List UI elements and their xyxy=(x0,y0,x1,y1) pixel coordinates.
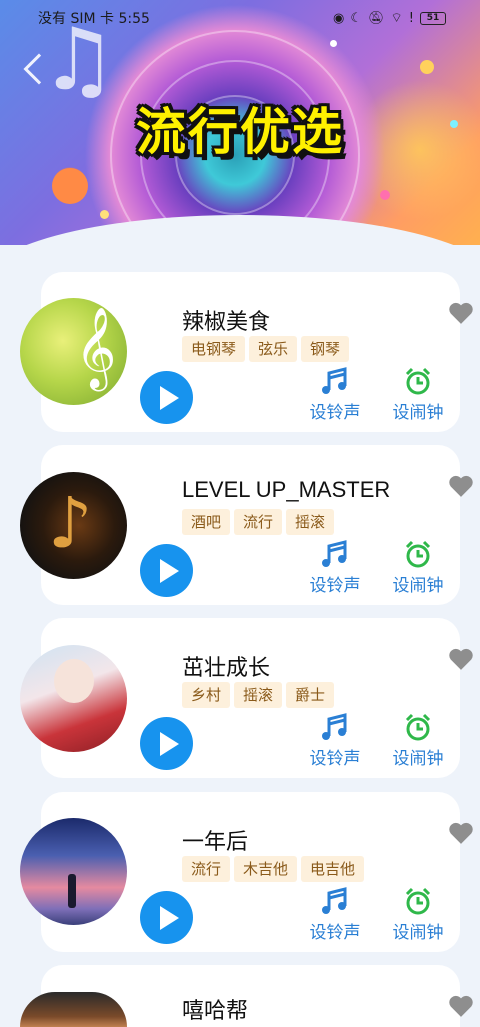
set-alarm-label: 设闹钟 xyxy=(392,923,444,943)
tag: 电钢琴 xyxy=(182,336,246,362)
tag: 电吉他 xyxy=(301,856,365,882)
status-icons: ◉ ☾ 🔕︎ ⌔ ! 51 xyxy=(333,10,446,26)
play-button[interactable] xyxy=(140,544,193,597)
alarm-clock-icon xyxy=(405,540,431,568)
alarm-clock-icon xyxy=(405,713,431,741)
alarm-clock-icon xyxy=(405,887,431,915)
tag: 爵士 xyxy=(286,682,335,708)
mute-icon: 🔕︎ xyxy=(368,10,385,26)
treble-clef-icon: 𝄞 xyxy=(75,306,117,388)
page-title: 流行优选 xyxy=(136,103,344,161)
tag: 摇滚 xyxy=(286,509,335,535)
song-cover xyxy=(20,992,127,1027)
play-icon xyxy=(159,905,179,930)
set-alarm-label: 设闹钟 xyxy=(392,403,444,423)
song-title: LEVEL UP_MASTER xyxy=(182,477,391,502)
wifi-icon: ⌔ xyxy=(390,11,403,26)
tag: 弦乐 xyxy=(249,336,298,362)
play-icon xyxy=(159,385,179,410)
eye-icon: ◉ xyxy=(333,10,345,26)
status-carrier-time: 没有 SIM 卡 5:55 xyxy=(38,8,150,28)
set-alarm-button[interactable]: 设闹钟 xyxy=(383,366,453,423)
tag: 乡村 xyxy=(182,682,231,708)
set-alarm-label: 设闹钟 xyxy=(392,576,444,596)
set-ringtone-label: 设铃声 xyxy=(309,749,361,769)
silhouette-figure xyxy=(68,874,76,908)
song-title: 嘻哈帮 xyxy=(182,998,249,1023)
song-cover: ♪ xyxy=(20,472,127,579)
set-ringtone-label: 设铃声 xyxy=(309,403,361,423)
favorite-heart-icon[interactable] xyxy=(448,474,474,498)
song-cover xyxy=(20,818,127,925)
tag: 木吉他 xyxy=(234,856,298,882)
song-title: 一年后 xyxy=(182,829,249,854)
play-button[interactable] xyxy=(140,891,193,944)
tag-list: 乡村 摇滚 爵士 xyxy=(182,682,335,708)
song-card: 𝄞 辣椒美食 电钢琴 弦乐 钢琴 设铃声 设闹钟 xyxy=(20,272,473,432)
favorite-heart-icon[interactable] xyxy=(448,821,474,845)
alarm-clock-icon xyxy=(405,367,431,395)
song-title: 辣椒美食 xyxy=(182,309,271,334)
set-ringtone-button[interactable]: 设铃声 xyxy=(300,886,370,943)
set-ringtone-button[interactable]: 设铃声 xyxy=(300,366,370,423)
carrier-text: 没有 SIM 卡 xyxy=(38,11,114,27)
song-card: 一年后 流行 木吉他 电吉他 设铃声 设闹钟 xyxy=(20,792,473,952)
tag-list: 酒吧 流行 摇滚 xyxy=(182,509,335,535)
set-ringtone-button[interactable]: 设铃声 xyxy=(300,712,370,769)
play-icon xyxy=(159,558,179,583)
battery-icon: 51 xyxy=(420,11,446,25)
alert-icon: ! xyxy=(408,10,414,26)
set-ringtone-label: 设铃声 xyxy=(309,576,361,596)
status-bar: 没有 SIM 卡 5:55 ◉ ☾ 🔕︎ ⌔ ! 51 xyxy=(0,0,480,36)
play-button[interactable] xyxy=(140,717,193,770)
set-alarm-button[interactable]: 设闹钟 xyxy=(383,712,453,769)
music-note-icon xyxy=(322,887,347,914)
song-card: 嘻哈帮 xyxy=(20,965,473,1027)
song-cover xyxy=(20,645,127,752)
music-note-icon xyxy=(322,367,347,394)
music-note-icon xyxy=(322,713,347,740)
tag: 摇滚 xyxy=(234,682,283,708)
tag: 钢琴 xyxy=(301,336,350,362)
set-ringtone-button[interactable]: 设铃声 xyxy=(300,539,370,596)
guitar-icon: ♪ xyxy=(48,482,93,564)
tag: 酒吧 xyxy=(182,509,231,535)
play-button[interactable] xyxy=(140,371,193,424)
set-alarm-button[interactable]: 设闹钟 xyxy=(383,539,453,596)
song-card: ♪ LEVEL UP_MASTER 酒吧 流行 摇滚 设铃声 设闹钟 xyxy=(20,445,473,605)
favorite-heart-icon[interactable] xyxy=(448,994,474,1018)
avatar-face xyxy=(54,659,94,703)
set-ringtone-label: 设铃声 xyxy=(309,923,361,943)
tag-list: 流行 木吉他 电吉他 xyxy=(182,856,365,882)
set-alarm-label: 设闹钟 xyxy=(392,749,444,769)
music-note-icon xyxy=(322,540,347,567)
tag: 流行 xyxy=(234,509,283,535)
favorite-heart-icon[interactable] xyxy=(448,301,474,325)
play-icon xyxy=(159,731,179,756)
set-alarm-button[interactable]: 设闹钟 xyxy=(383,886,453,943)
tag: 流行 xyxy=(182,856,231,882)
time-text: 5:55 xyxy=(118,11,150,27)
song-title: 茁壮成长 xyxy=(182,655,271,680)
song-cover: 𝄞 xyxy=(20,298,127,405)
favorite-heart-icon[interactable] xyxy=(448,647,474,671)
song-card: 茁壮成长 乡村 摇滚 爵士 设铃声 设闹钟 xyxy=(20,618,473,778)
tag-list: 电钢琴 弦乐 钢琴 xyxy=(182,336,350,362)
moon-icon: ☾ xyxy=(350,10,363,26)
battery-level: 51 xyxy=(426,13,440,23)
